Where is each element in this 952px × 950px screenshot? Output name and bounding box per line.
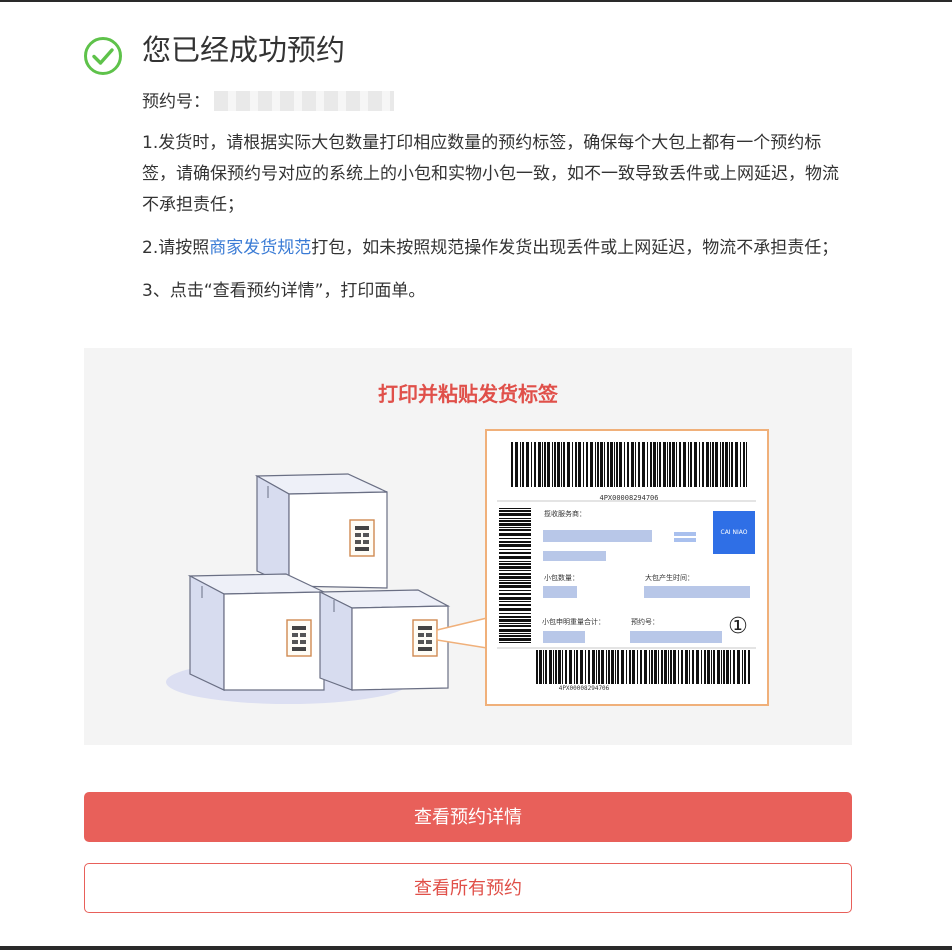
booking-number-row: 预约号：: [142, 89, 394, 115]
booking-number-value-masked: [214, 91, 394, 111]
svg-text:CAI NIAO: CAI NIAO: [721, 529, 748, 536]
view-all-bookings-button[interactable]: 查看所有预约: [84, 863, 852, 913]
booking-number-label: 预约号：: [142, 92, 210, 112]
shipping-label-card: 4PX00008294706 揽收服务商： CAI NIAO 小包数量： 大包产…: [485, 429, 769, 706]
view-booking-details-button[interactable]: 查看预约详情: [84, 792, 852, 842]
box-left-label-icon: [286, 619, 312, 657]
label-field-created-time: 大包产生时间：: [645, 573, 694, 582]
instruction-2-suffix: 打包，如未按照规范操作发货出现丢件或上网延迟，物流不承担责任；: [311, 238, 839, 258]
page-title: 您已经成功预约: [142, 33, 346, 67]
shipping-label-illustration: 打印并粘贴发货标签 4PX00008294706 揽收服务商： CAI NIAO…: [84, 348, 852, 745]
box-top-label-icon: [349, 519, 375, 557]
label-bottom-barcode-number: 4PX00008294706: [559, 685, 610, 692]
window-top-border: [0, 0, 952, 2]
label-field-booking-no: 预约号：: [631, 617, 659, 626]
label-field-declared-weight: 小包申明重量合计：: [542, 617, 605, 626]
instructions: 1.发货时，请根据实际大包数量打印相应数量的预约标签，确保每个大包上都有一个预约…: [142, 128, 852, 319]
merchant-shipping-rules-link[interactable]: 商家发货规范: [209, 238, 311, 258]
label-field-service: 揽收服务商：: [544, 509, 586, 518]
instruction-2: 2.请按照商家发货规范打包，如未按照规范操作发货出现丢件或上网延迟，物流不承担责…: [142, 233, 852, 264]
check-circle-icon: [84, 37, 122, 75]
instruction-3: 3、点击“查看预约详情”，打印面单。: [142, 281, 426, 301]
label-circled-marker: ①: [728, 614, 748, 639]
box-right-label-icon: [412, 619, 438, 657]
window-bottom-border: [0, 946, 952, 950]
label-top-barcode-number: 4PX00008294706: [599, 494, 658, 502]
packing-diagram: 4PX00008294706 揽收服务商： CAI NIAO 小包数量： 大包产…: [166, 429, 769, 706]
label-field-small-count: 小包数量：: [544, 573, 579, 582]
instruction-2-prefix: 2.请按照: [142, 238, 210, 258]
instruction-1: 1.发货时，请根据实际大包数量打印相应数量的预约标签，确保每个大包上都有一个预约…: [142, 133, 839, 215]
